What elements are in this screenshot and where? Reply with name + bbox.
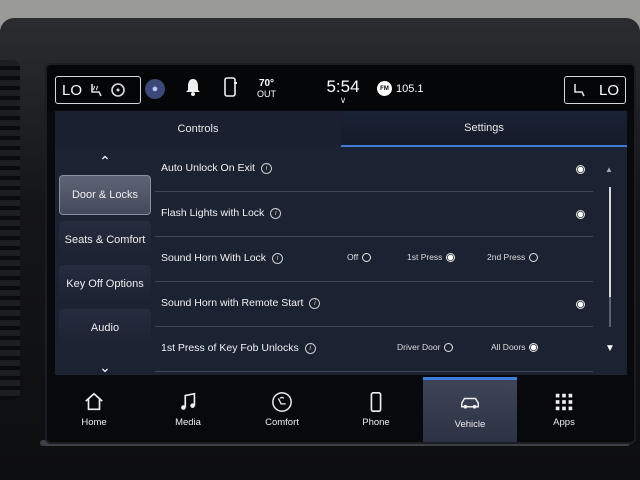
passenger-seat-icon [574,84,585,97]
radio-band-badge: FM [377,81,392,96]
radio-button [444,342,454,352]
nav-phone[interactable]: Phone [329,377,423,442]
settings-scrollbar[interactable]: ▲ ▼ [597,147,625,375]
passenger-temp-label: LO [598,81,619,99]
notification-bell-icon[interactable] [184,77,202,97]
option-label: All Doors [491,342,526,352]
chevron-down-icon: ∨ [339,95,347,105]
clock[interactable]: 5:54 ∨ [323,77,363,105]
radio-button [529,252,539,262]
info-icon[interactable]: i [304,342,316,354]
setting-label: Flash Lights with Lock [161,207,265,219]
sidebar-item-seats-comfort[interactable]: Seats & Comfort [59,221,151,259]
setting-sound-horn-remote-start[interactable]: Sound Horn with Remote Start i [155,282,593,327]
settings-panel: ⌃ Door & Locks Seats & Comfort Key Off O… [55,147,627,375]
nav-vehicle[interactable]: Vehicle [423,377,517,442]
setting-auto-unlock[interactable]: Auto Unlock On Exit i [155,147,593,192]
tab-settings[interactable]: Settings [341,111,627,147]
settings-sidebar: ⌃ Door & Locks Seats & Comfort Key Off O… [59,147,151,375]
toggle-radio[interactable] [576,300,585,309]
driver-climate-button[interactable]: LO [55,76,141,104]
nav-label: Comfort [265,417,299,428]
setting-label: Sound Horn With Lock [161,252,267,264]
outside-temperature: 70° OUT [257,78,276,100]
setting-label: Auto Unlock On Exit [161,162,255,174]
comfort-icon [272,392,292,412]
radio-button [529,342,539,352]
apps-grid-icon [555,393,573,411]
option-all-doors[interactable]: All Doors [491,342,539,352]
option-off[interactable]: Off [347,252,372,262]
phone-status-icon[interactable] [223,77,237,97]
nav-label: Media [175,417,201,428]
clock-time: 5:54 [326,77,360,96]
option-1st-press[interactable]: 1st Press [407,252,456,262]
user-profile-icon[interactable]: ● [145,79,165,99]
sidebar-item-key-off-options[interactable]: Key Off Options [59,265,151,303]
info-icon[interactable]: i [270,207,282,219]
nav-label: Vehicle [454,418,486,430]
heated-seat-icon [91,84,102,97]
option-2nd-press[interactable]: 2nd Press [487,252,539,262]
nav-home[interactable]: Home [47,377,141,442]
phone-icon [370,392,382,412]
option-label: 2nd Press [487,252,526,262]
nav-media[interactable]: Media [141,377,235,442]
info-icon[interactable]: i [309,297,321,309]
driver-temp-label: LO [62,81,83,99]
setting-key-fob-unlocks: 1st Press of Key Fob Unlocks i Driver Doo… [155,327,593,372]
scroll-down-icon[interactable]: ▼ [605,343,615,354]
nav-label: Phone [362,417,390,428]
option-label: Off [347,252,359,262]
setting-sound-horn-lock: Sound Horn With Lock i Off 1st Press 2nd … [155,237,593,282]
scroll-thumb[interactable] [609,187,611,297]
radio-button [362,252,372,262]
temperature-value: 70° [258,78,275,89]
setting-label: Sound Horn with Remote Start [161,297,304,309]
settings-list: Auto Unlock On Exit i Flash Lights with L… [155,147,593,375]
setting-flash-lights[interactable]: Flash Lights with Lock i [155,192,593,237]
car-icon [461,397,479,409]
option-label: 1st Press [407,252,443,262]
sidebar-item-door-locks[interactable]: Door & Locks [59,175,151,215]
scroll-up-icon[interactable]: ▲ [605,165,613,174]
setting-label: 1st Press of Key Fob Unlocks [161,342,299,354]
sidebar-scroll-up-icon[interactable]: ⌃ [59,147,151,175]
nav-apps[interactable]: Apps [517,377,611,442]
temperature-unit: OUT [257,89,276,99]
info-icon[interactable]: i [260,162,272,174]
option-driver-door[interactable]: Driver Door [397,342,454,352]
sidebar-item-audio[interactable]: Audio [59,309,151,347]
air-vent [0,60,20,400]
tab-bar: Controls Settings [55,111,627,147]
nav-label: Home [81,417,107,428]
nav-label: Apps [553,417,575,428]
radio-station: 105.1 [396,82,424,95]
toggle-radio[interactable] [576,210,585,219]
info-icon[interactable]: i [272,252,284,264]
option-label: Driver Door [397,342,441,352]
tab-controls[interactable]: Controls [55,111,341,147]
toggle-radio[interactable] [576,165,585,174]
nav-comfort[interactable]: Comfort [235,377,329,442]
home-icon [85,392,103,411]
radio-button [446,252,456,262]
passenger-climate-button[interactable]: LO [564,76,626,104]
music-note-icon [181,392,196,410]
heated-steering-icon [111,83,125,97]
infotainment-screen: LO ● 70° OUT 5:54 ∨ FM 105.1 LO Controls [45,63,636,444]
bottom-nav: Home Media Comfort Phone Vehicle Apps [47,377,634,442]
radio-now-playing[interactable]: FM 105.1 [377,81,424,96]
status-bar: LO ● 70° OUT 5:54 ∨ FM 105.1 LO [47,65,634,110]
